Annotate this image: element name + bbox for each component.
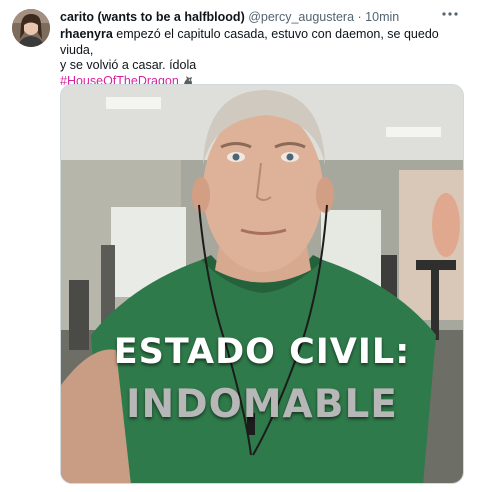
timestamp[interactable]: 10min — [365, 10, 399, 24]
tweet-text-bold: rhaenyra — [60, 27, 113, 41]
user-handle[interactable]: @percy_augustera — [248, 10, 354, 24]
avatar-image — [12, 9, 50, 47]
tweet-card[interactable]: carito (wants to be a halfblood) @percy_… — [0, 0, 478, 492]
avatar[interactable] — [12, 9, 50, 47]
display-name[interactable]: carito (wants to be a halfblood) — [60, 10, 245, 24]
separator-dot: · — [357, 10, 362, 24]
tweet-text-line1: empezó el capitulo casada, estuvo con da… — [60, 27, 439, 57]
meme-caption-line2: INDOMABLE — [126, 382, 398, 427]
tweet-media-image[interactable]: ESTADO CIVIL: INDOMABLE — [60, 84, 464, 484]
tweet-header: carito (wants to be a halfblood) @percy_… — [60, 9, 399, 25]
tweet-text: rhaenyra empezó el capitulo casada, estu… — [60, 27, 460, 89]
more-horizontal-icon — [442, 12, 458, 16]
meme-caption-line1: ESTADO CIVIL: — [113, 332, 411, 372]
tweet-text-line2: y se volvió a casar. ídola — [60, 58, 197, 72]
more-options-button[interactable] — [438, 6, 462, 24]
